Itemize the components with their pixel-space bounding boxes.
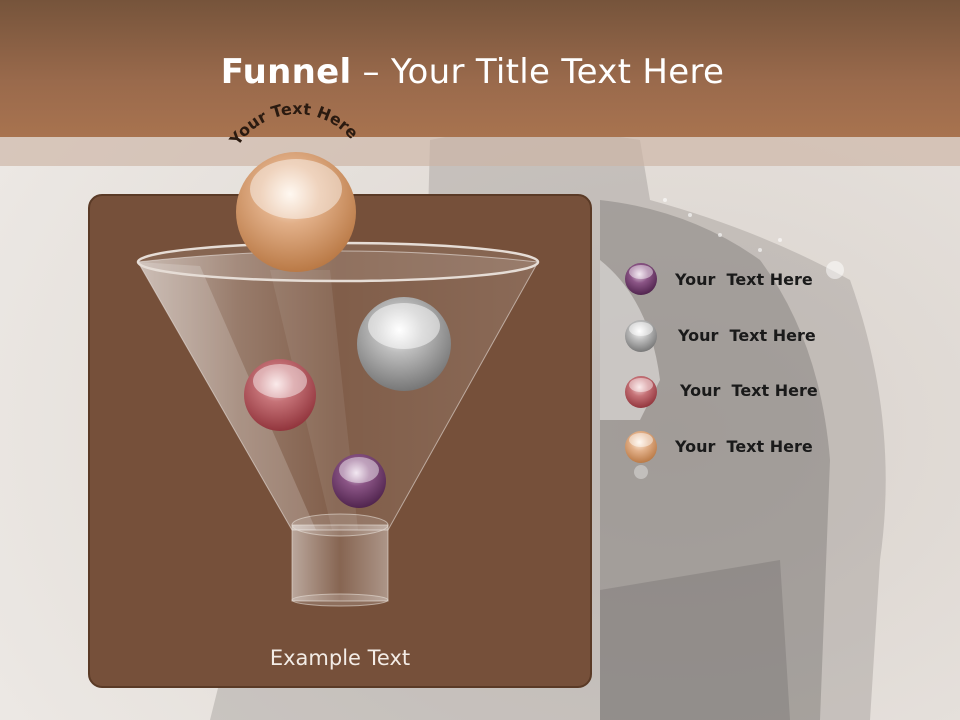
gray-ball bbox=[357, 297, 451, 391]
legend-label-3: Your Text Here bbox=[680, 381, 818, 400]
top-ball bbox=[236, 152, 356, 272]
legend-label-2: Your Text Here bbox=[678, 326, 816, 345]
legend-sphere-2 bbox=[625, 320, 657, 352]
legend-sphere-1 bbox=[625, 263, 657, 295]
top-ball-label: Your Text Here bbox=[225, 99, 362, 150]
funnel-diagram: Your Text Here bbox=[136, 99, 657, 607]
red-ball bbox=[244, 359, 316, 431]
legend-label-4: Your Text Here bbox=[675, 437, 813, 456]
legend-sphere-4 bbox=[625, 431, 657, 479]
legend-label-1: Your Text Here bbox=[675, 270, 813, 289]
legend-sphere-3 bbox=[625, 376, 657, 408]
funnel-bottom-label: Example Text bbox=[269, 646, 411, 670]
purple-ball bbox=[332, 454, 386, 508]
